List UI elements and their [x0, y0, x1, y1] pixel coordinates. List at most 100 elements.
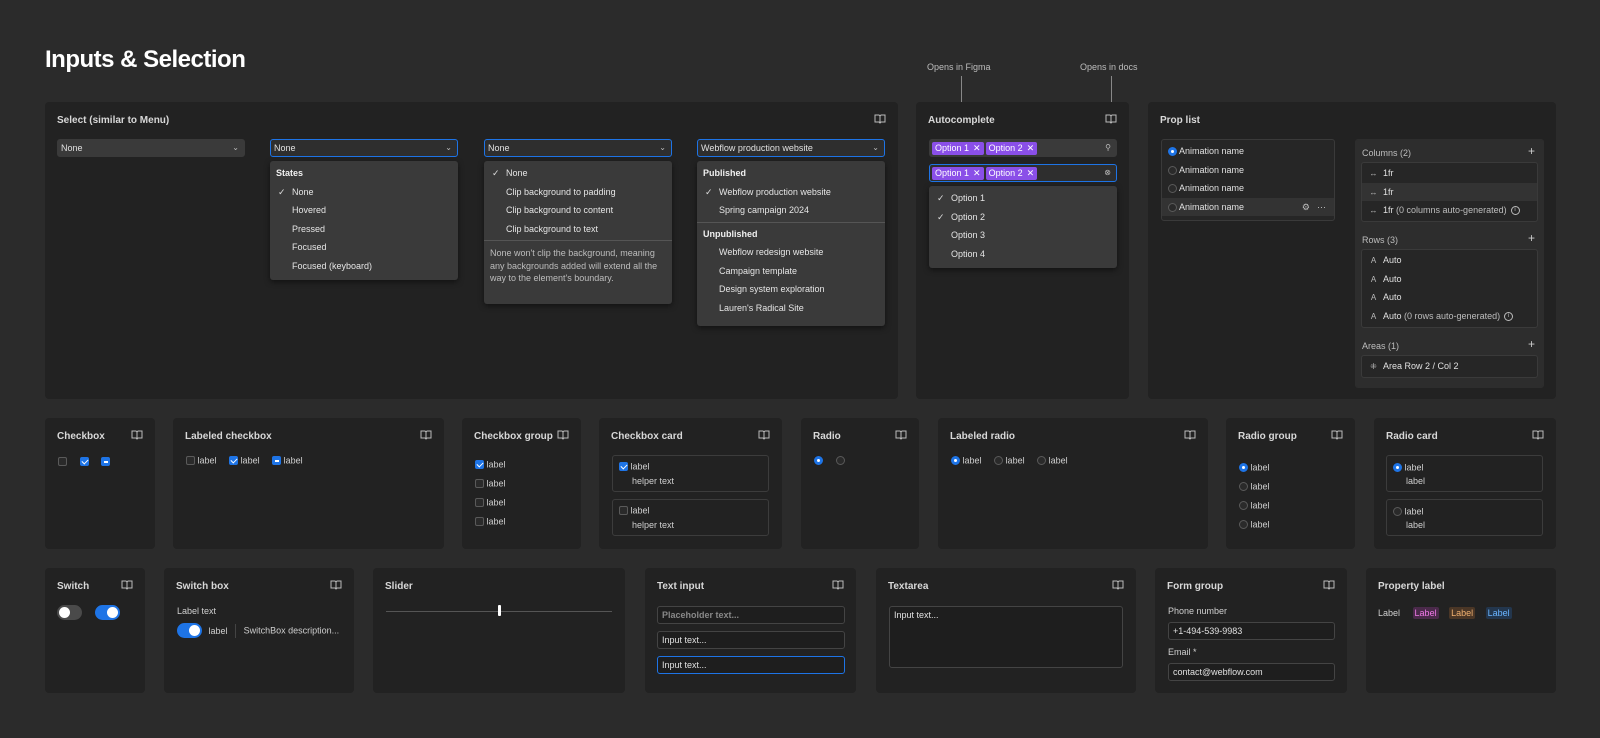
- close-icon[interactable]: ✕: [973, 168, 981, 178]
- phone-field[interactable]: +1-494-539-9983: [1168, 622, 1335, 640]
- docs-book-icon[interactable]: [1323, 580, 1335, 590]
- checkbox[interactable]: [186, 456, 195, 466]
- close-icon[interactable]: ✕: [973, 143, 981, 153]
- add-row-icon[interactable]: +: [1528, 231, 1535, 245]
- row-item[interactable]: A Auto: [1362, 288, 1537, 307]
- radio-card[interactable]: label label: [1386, 499, 1543, 536]
- select-default[interactable]: None ⌄: [57, 139, 245, 157]
- property-label-pink[interactable]: Label: [1412, 607, 1439, 619]
- radio-group-item[interactable]: label: [1239, 496, 1270, 515]
- textarea[interactable]: Input text...: [889, 606, 1123, 668]
- switch-on[interactable]: [94, 605, 120, 620]
- checkbox-card[interactable]: label helper text: [612, 499, 769, 536]
- radio-group-item[interactable]: label: [1239, 477, 1270, 496]
- text-input-focused[interactable]: Input text...: [657, 656, 845, 674]
- checkbox-group-item[interactable]: label: [475, 493, 506, 512]
- select-states[interactable]: None ⌄: [270, 139, 458, 157]
- switch-off[interactable]: [57, 605, 82, 620]
- row-item[interactable]: A Auto: [1362, 251, 1537, 270]
- option-item[interactable]: Option 3: [929, 226, 1117, 245]
- email-field[interactable]: contact@webflow.com: [1168, 663, 1335, 681]
- add-column-icon[interactable]: +: [1528, 144, 1535, 158]
- autocomplete-input-open[interactable]: Option 1 ✕ Option 2 ✕ ⊗: [929, 164, 1117, 182]
- more-icon[interactable]: ⋯: [1317, 198, 1326, 217]
- docs-book-icon[interactable]: [330, 580, 342, 590]
- docs-book-icon[interactable]: [1532, 430, 1544, 440]
- menu-item-site[interactable]: Lauren's Radical Site: [697, 299, 885, 318]
- radio-group-item[interactable]: label: [1239, 458, 1270, 477]
- radio[interactable]: [1168, 202, 1177, 212]
- radio[interactable]: [994, 456, 1004, 466]
- checkbox-unchecked[interactable]: [58, 457, 67, 467]
- docs-book-icon[interactable]: [1112, 580, 1124, 590]
- docs-book-icon[interactable]: [420, 430, 432, 440]
- menu-item-site[interactable]: Webflow redesign website: [697, 243, 885, 262]
- option-item[interactable]: Option 4: [929, 245, 1117, 264]
- select-clip[interactable]: None ⌄: [484, 139, 672, 157]
- menu-item-focused-keyboard[interactable]: Focused (keyboard): [270, 257, 458, 276]
- menu-item-none[interactable]: ✓ None: [484, 164, 672, 183]
- menu-item-site[interactable]: Design system exploration: [697, 280, 885, 299]
- option-item[interactable]: ✓ Option 1: [929, 189, 1117, 208]
- slider-thumb[interactable]: [498, 605, 501, 616]
- menu-item-text[interactable]: Clip background to text: [484, 220, 672, 239]
- docs-book-icon[interactable]: [557, 430, 569, 440]
- column-item[interactable]: ↔ 1fr: [1362, 164, 1537, 183]
- checkbox-group-item[interactable]: label: [475, 455, 506, 474]
- docs-book-icon[interactable]: [1331, 430, 1343, 440]
- menu-item-none[interactable]: ✓ None: [270, 183, 458, 202]
- menu-item-content[interactable]: Clip background to content: [484, 201, 672, 220]
- close-icon[interactable]: ✕: [1027, 143, 1035, 153]
- radio[interactable]: [951, 456, 960, 466]
- menu-item-site[interactable]: Spring campaign 2024: [697, 201, 885, 220]
- property-label-default[interactable]: Label: [1378, 607, 1402, 619]
- area-item[interactable]: ⁜ Area Row 2 / Col 2: [1362, 357, 1537, 376]
- menu-item-pressed[interactable]: Pressed: [270, 220, 458, 239]
- docs-book-icon[interactable]: [1105, 114, 1117, 124]
- docs-book-icon[interactable]: [121, 580, 133, 590]
- checkbox[interactable]: [229, 456, 239, 466]
- menu-item-hovered[interactable]: Hovered: [270, 201, 458, 220]
- docs-book-icon[interactable]: [758, 430, 770, 440]
- menu-item-focused[interactable]: Focused: [270, 238, 458, 257]
- list-item[interactable]: Animation name: [1162, 179, 1334, 198]
- radio[interactable]: [1168, 184, 1177, 194]
- autocomplete-input[interactable]: Option 1 ✕ Option 2 ✕ ⚲: [929, 139, 1117, 157]
- switch[interactable]: [177, 623, 202, 638]
- text-input[interactable]: Input text...: [657, 631, 845, 649]
- radio[interactable]: [1168, 147, 1177, 157]
- checkbox-group-item[interactable]: label: [475, 474, 506, 493]
- add-area-icon[interactable]: +: [1528, 337, 1535, 351]
- radio-card[interactable]: label label: [1386, 455, 1543, 492]
- docs-book-icon[interactable]: [131, 430, 143, 440]
- radio-unselected[interactable]: [835, 456, 845, 466]
- menu-item-site[interactable]: Campaign template: [697, 262, 885, 281]
- option-item[interactable]: ✓ Option 2: [929, 208, 1117, 227]
- select-site[interactable]: Webflow production website ⌄: [697, 139, 885, 157]
- docs-book-icon[interactable]: [832, 580, 844, 590]
- property-label-orange[interactable]: Label: [1449, 607, 1476, 619]
- checkbox-card[interactable]: label helper text: [612, 455, 769, 492]
- row-item[interactable]: A Auto: [1362, 270, 1537, 289]
- text-input-placeholder[interactable]: Placeholder text...: [657, 606, 845, 624]
- radio-selected[interactable]: [814, 456, 823, 466]
- menu-item-site[interactable]: ✓ Webflow production website: [697, 183, 885, 202]
- clear-icon[interactable]: ⊗: [1104, 167, 1111, 179]
- info-icon[interactable]: i: [1510, 206, 1520, 216]
- radio[interactable]: [1037, 456, 1047, 466]
- docs-book-icon[interactable]: [874, 114, 886, 124]
- radio[interactable]: [1168, 165, 1177, 175]
- list-item[interactable]: Animation name: [1162, 142, 1334, 161]
- menu-item-padding[interactable]: Clip background to padding: [484, 183, 672, 202]
- radio-group-item[interactable]: label: [1239, 515, 1270, 534]
- docs-book-icon[interactable]: [1184, 430, 1196, 440]
- list-item[interactable]: Animation name ⚙ ⋯: [1162, 197, 1334, 217]
- column-item[interactable]: ↔ 1fr (0 columns auto-generated) i: [1362, 201, 1537, 220]
- close-icon[interactable]: ✕: [1027, 168, 1035, 178]
- column-item[interactable]: ↔ 1fr: [1362, 182, 1537, 201]
- row-item[interactable]: A Auto (0 rows auto-generated) i: [1362, 307, 1537, 326]
- docs-book-icon[interactable]: [895, 430, 907, 440]
- checkbox-checked[interactable]: [79, 457, 89, 467]
- checkbox[interactable]: [272, 456, 282, 466]
- property-label-blue[interactable]: Label: [1485, 607, 1512, 619]
